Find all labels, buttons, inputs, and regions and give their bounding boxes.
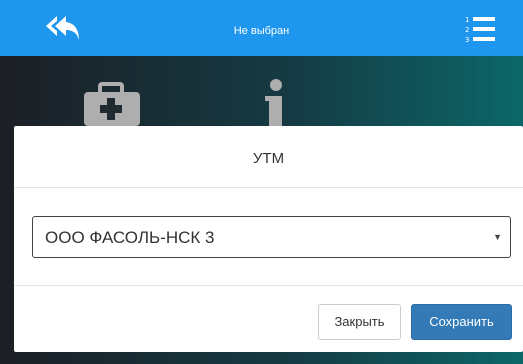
close-button[interactable]: Закрыть xyxy=(318,304,401,340)
menu-button[interactable]: 1 2 3 xyxy=(463,14,497,46)
dialog-title: УТМ xyxy=(252,150,285,167)
utm-dialog: УТМ ООО ФАСОЛЬ-НСК 3 ▼ Закрыть Сохранить xyxy=(14,126,523,352)
page-title: Не выбран xyxy=(233,25,290,37)
top-app-bar: Не выбран 1 2 3 xyxy=(0,0,523,56)
footer-divider xyxy=(14,285,523,286)
svg-text:2: 2 xyxy=(465,26,469,34)
chevron-down-icon: ▼ xyxy=(493,232,502,242)
svg-text:3: 3 xyxy=(465,36,469,44)
svg-text:1: 1 xyxy=(465,16,469,24)
utm-select[interactable]: ООО ФАСОЛЬ-НСК 3 ▼ xyxy=(32,216,511,258)
header-divider xyxy=(14,187,523,188)
save-button[interactable]: Сохранить xyxy=(411,304,512,340)
utm-select-value: ООО ФАСОЛЬ-НСК 3 xyxy=(45,228,215,247)
ordered-list-icon: 1 2 3 xyxy=(465,16,495,44)
